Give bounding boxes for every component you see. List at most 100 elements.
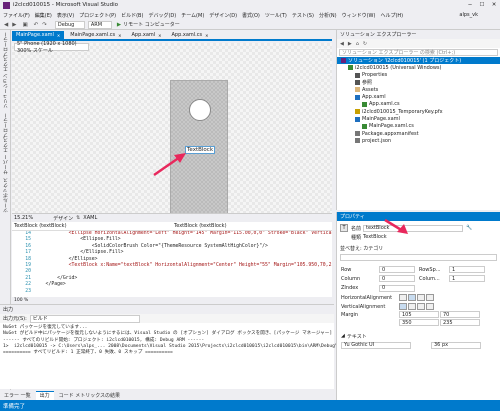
- left-strip-tab[interactable]: ソリューション エクスプローラー: [1, 30, 10, 111]
- forward-icon[interactable]: ▶: [12, 22, 16, 28]
- tree-item[interactable]: Properties: [337, 72, 500, 79]
- xaml-editor[interactable]: 14 <Ellipse HorizontalAlignment="Left" H…: [12, 231, 332, 297]
- tree-item-label: Assets: [362, 86, 379, 93]
- bottom-tab[interactable]: エラー 一覧: [0, 390, 35, 400]
- tree-item[interactable]: 参照: [337, 79, 500, 86]
- doc-tab[interactable]: App.xaml.cs ✕: [168, 31, 213, 40]
- menu-bar: ファイル(F) 編集(E) 表示(V) プロジェクト(P) ビルド(B) デバッグ(D) チ…: [0, 10, 500, 20]
- tree-item[interactable]: ソリューション 'i2clcd010015' (1 プロジェクト): [337, 57, 500, 65]
- halign-buttons[interactable]: [399, 294, 434, 302]
- margin-right-field[interactable]: 350: [399, 319, 439, 327]
- code-zoom[interactable]: 100 %: [14, 298, 28, 303]
- property-value[interactable]: 1: [449, 266, 485, 274]
- doc-tab[interactable]: MainPage.xaml.cs ✕: [66, 31, 125, 40]
- tree-item[interactable]: App.xaml.cs: [337, 101, 500, 108]
- property-value[interactable]: 1: [449, 275, 485, 283]
- menu-item[interactable]: ツール(T): [265, 12, 287, 19]
- left-strip-tab[interactable]: サーバー エクスプローラー: [1, 111, 10, 177]
- text-section-label: テキスト: [346, 333, 367, 340]
- platform-select[interactable]: ARM: [87, 20, 112, 29]
- status-text: 準備完了: [3, 403, 26, 410]
- tree-item[interactable]: project.json: [337, 137, 500, 144]
- forward-icon[interactable]: ▶: [348, 41, 352, 47]
- margin-left-field[interactable]: 105: [399, 311, 439, 319]
- output-source-select[interactable]: ビルド: [29, 314, 140, 323]
- properties-search-input[interactable]: [340, 254, 497, 261]
- solution-search-input[interactable]: ソリューション エクスプローラー の検索 (Ctrl+;): [339, 49, 498, 56]
- menu-item[interactable]: チーム(M): [181, 12, 204, 19]
- breadcrumb-left[interactable]: TextBlock (textBlock): [12, 222, 162, 230]
- back-icon[interactable]: ◀: [340, 41, 344, 47]
- design-tab[interactable]: デザイン: [53, 215, 73, 222]
- margin-bottom-field[interactable]: 235: [440, 319, 480, 327]
- textblock-element[interactable]: TextBlock: [185, 146, 215, 154]
- valign-buttons[interactable]: [399, 303, 434, 311]
- tree-item[interactable]: MainPage.xaml.cs: [337, 123, 500, 130]
- menu-item[interactable]: 編集(E): [35, 12, 52, 19]
- breadcrumb-right[interactable]: TextBlock (textBlock): [172, 222, 322, 230]
- doc-tab[interactable]: App.xaml ✕: [128, 31, 166, 40]
- margin-top-field[interactable]: 70: [440, 311, 480, 319]
- swap-icon[interactable]: ⇅: [76, 215, 80, 221]
- line-number: 15: [25, 237, 31, 243]
- menu-item[interactable]: ビルド(B): [121, 12, 143, 19]
- maximize-button[interactable]: ☐: [476, 2, 488, 8]
- menu-item[interactable]: テスト(S): [292, 12, 314, 19]
- refresh-icon[interactable]: ↻: [363, 41, 367, 47]
- minimize-button[interactable]: ─: [464, 2, 476, 8]
- font-size-select[interactable]: 36 px: [431, 341, 481, 349]
- doc-tab[interactable]: MainPage.xaml ✕: [12, 30, 65, 40]
- code-line: 23: [12, 289, 332, 295]
- sort-select[interactable]: 並べ替え: カテゴリ: [340, 245, 383, 252]
- tree-item[interactable]: Assets: [337, 86, 500, 93]
- xaml-tab[interactable]: XAML: [83, 215, 97, 221]
- property-value-text: 0: [382, 275, 386, 282]
- breadcrumb: TextBlock (textBlock) TextBlock (textBlo…: [12, 222, 332, 231]
- property-value[interactable]: 0: [379, 284, 415, 292]
- close-icon[interactable]: ✕: [118, 33, 121, 38]
- menu-item[interactable]: ウィンドウ(W): [342, 12, 376, 19]
- undo-icon[interactable]: ↶: [34, 22, 39, 28]
- output-text[interactable]: NuGet パッケージを復元しています... NuGet がビルド中にパッケージを…: [0, 323, 363, 358]
- left-strip-tab[interactable]: ツールボックス: [1, 176, 10, 215]
- config-select[interactable]: Debug: [54, 20, 85, 29]
- close-icon[interactable]: ✕: [205, 33, 208, 38]
- designer-surface[interactable]: 5" Phone (1920 x 1080) 300% スケール TextBlo…: [12, 41, 332, 220]
- tree-item[interactable]: Package.appxmanifest: [337, 130, 500, 137]
- tree-item[interactable]: i2clcd010015_TemporaryKey.pfx: [337, 108, 500, 115]
- menu-item[interactable]: デザイン(D): [209, 12, 237, 19]
- property-value[interactable]: 0: [379, 275, 415, 283]
- home-icon[interactable]: ⌂: [356, 41, 359, 47]
- menu-item[interactable]: 書式(O): [242, 12, 260, 19]
- menu-item[interactable]: ヘルプ(H): [380, 12, 403, 19]
- menu-item[interactable]: プロジェクト(P): [79, 12, 116, 19]
- close-button[interactable]: ✕: [488, 2, 500, 8]
- account-name[interactable]: alps_vk: [459, 12, 478, 18]
- run-icon[interactable]: ▶: [117, 22, 121, 28]
- menu-item[interactable]: ファイル(F): [3, 12, 30, 19]
- zoom-level[interactable]: 15.21%: [14, 215, 33, 221]
- menu-item[interactable]: 表示(V): [57, 12, 74, 19]
- property-value[interactable]: 0: [379, 266, 415, 274]
- save-icon[interactable]: ▣: [22, 22, 27, 28]
- menu-item[interactable]: デバッグ(D): [148, 12, 176, 19]
- code-text: <Ellipse.Fill>: [34, 237, 121, 243]
- name-field[interactable]: textBlock: [363, 224, 463, 232]
- run-label[interactable]: リモート コンピューター: [123, 21, 180, 28]
- device-select[interactable]: 5" Phone (1920 x 1080) 300% スケール: [14, 41, 89, 54]
- text-section-header[interactable]: ◢ テキスト: [337, 331, 500, 340]
- redo-icon[interactable]: ↷: [42, 22, 47, 28]
- tree-item[interactable]: App.xaml: [337, 93, 500, 100]
- tree-item[interactable]: i2clcd010015 (Universal Windows): [337, 64, 500, 71]
- tree-item[interactable]: MainPage.xaml: [337, 115, 500, 122]
- close-icon[interactable]: ✕: [57, 33, 60, 38]
- font-family-select[interactable]: Yu Gothic UI: [341, 341, 411, 349]
- back-icon[interactable]: ◀: [4, 22, 8, 28]
- wrench-icon[interactable]: 🔧: [466, 225, 472, 231]
- bottom-tab[interactable]: 出力: [35, 390, 54, 400]
- menu-item[interactable]: 分析(N): [319, 12, 337, 19]
- page-preview[interactable]: TextBlock: [170, 80, 228, 220]
- ellipse-shape[interactable]: [189, 99, 211, 121]
- close-icon[interactable]: ✕: [158, 33, 161, 38]
- bottom-tab[interactable]: コード メトリックスの結果: [54, 390, 125, 400]
